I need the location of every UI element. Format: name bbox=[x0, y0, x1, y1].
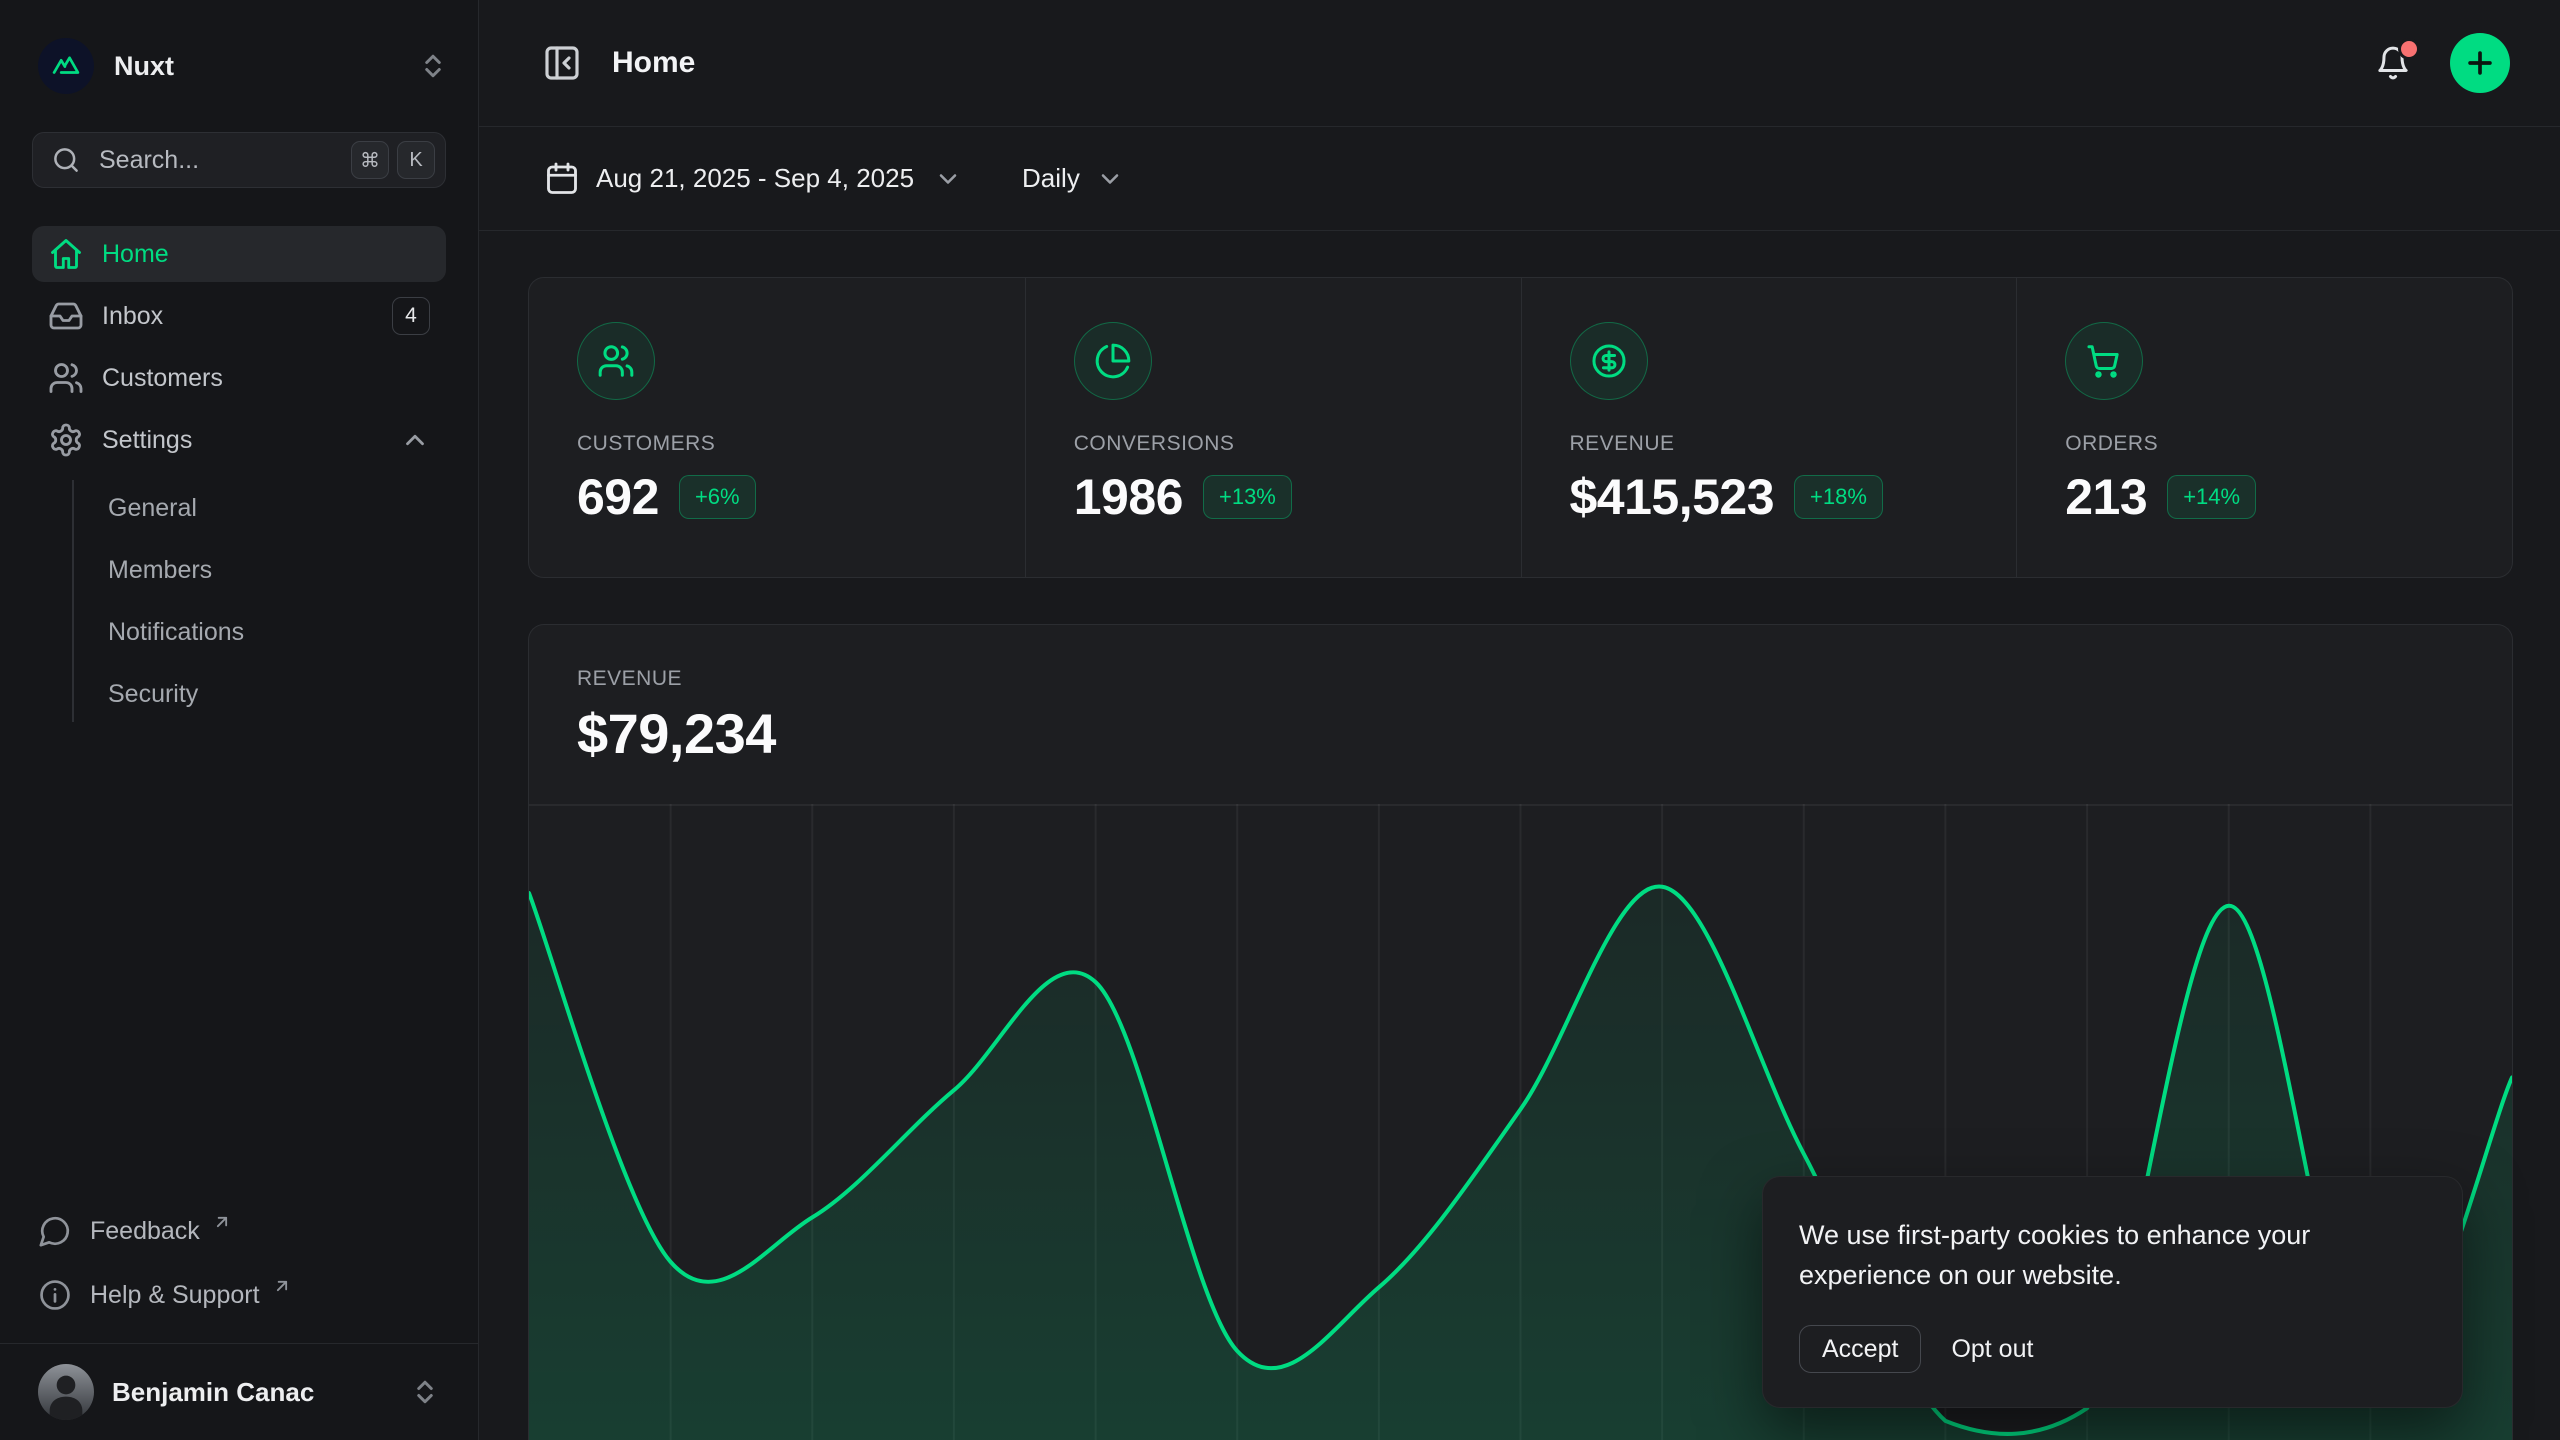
stat-orders[interactable]: ORDERS 213 +14% bbox=[2016, 278, 2512, 577]
stat-delta-badge: +18% bbox=[1794, 475, 1883, 519]
chevron-down-icon bbox=[1096, 165, 1124, 193]
chevrons-up-down-icon bbox=[418, 51, 448, 81]
stat-label: REVENUE bbox=[1570, 432, 1997, 456]
settings-subnav: General Members Notifications Security bbox=[72, 480, 446, 722]
notification-dot bbox=[2401, 41, 2417, 57]
chevron-down-icon bbox=[934, 165, 962, 193]
nav-label: Settings bbox=[102, 426, 192, 455]
stat-value: 213 bbox=[2065, 468, 2147, 526]
team-switcher[interactable]: Nuxt bbox=[38, 38, 448, 94]
date-range-label: Aug 21, 2025 - Sep 4, 2025 bbox=[596, 163, 914, 194]
header-actions bbox=[2374, 33, 2510, 93]
sidebar-item-inbox[interactable]: Inbox 4 bbox=[32, 288, 446, 344]
pie-chart-icon bbox=[1074, 322, 1152, 400]
sidebar: Nuxt Search... ⌘ K Home Inbox 4 bbox=[0, 0, 479, 1440]
stat-label: CUSTOMERS bbox=[577, 432, 1005, 456]
search-shortcut: ⌘ K bbox=[351, 141, 435, 179]
search-input[interactable]: Search... ⌘ K bbox=[32, 132, 446, 188]
search-placeholder: Search... bbox=[99, 146, 199, 175]
cookie-message: We use first-party cookies to enhance yo… bbox=[1799, 1215, 2426, 1295]
sidebar-item-general[interactable]: General bbox=[108, 480, 446, 536]
stat-delta-badge: +13% bbox=[1203, 475, 1292, 519]
stat-value: 692 bbox=[577, 468, 659, 526]
notifications-button[interactable] bbox=[2374, 44, 2412, 82]
stat-conversions[interactable]: CONVERSIONS 1986 +13% bbox=[1025, 278, 1521, 577]
nuxt-logo-icon bbox=[38, 38, 94, 94]
nav-label: Notifications bbox=[108, 618, 244, 647]
shopping-cart-icon bbox=[2065, 322, 2143, 400]
stat-value: 1986 bbox=[1074, 468, 1183, 526]
arrow-up-right-icon bbox=[272, 1276, 292, 1296]
toolbar: Aug 21, 2025 - Sep 4, 2025 Daily bbox=[479, 127, 2560, 231]
inbox-icon bbox=[48, 298, 84, 334]
sidebar-item-members[interactable]: Members bbox=[108, 542, 446, 598]
sidebar-item-settings[interactable]: Settings bbox=[32, 412, 446, 468]
user-name: Benjamin Canac bbox=[112, 1377, 314, 1408]
nav-label: Members bbox=[108, 556, 212, 585]
date-range-picker[interactable]: Aug 21, 2025 - Sep 4, 2025 bbox=[544, 161, 962, 197]
stat-label: ORDERS bbox=[2065, 432, 2492, 456]
message-circle-icon bbox=[38, 1214, 72, 1248]
sidebar-item-feedback[interactable]: Feedback bbox=[38, 1203, 440, 1259]
stat-value: $415,523 bbox=[1570, 468, 1775, 526]
nav-label: Inbox bbox=[102, 302, 163, 331]
nav-label: Security bbox=[108, 680, 198, 709]
user-menu[interactable]: Benjamin Canac bbox=[32, 1364, 446, 1420]
sidebar-toggle-button[interactable] bbox=[542, 43, 582, 83]
stat-revenue[interactable]: REVENUE $415,523 +18% bbox=[1521, 278, 2017, 577]
users-icon bbox=[48, 360, 84, 396]
stat-customers[interactable]: CUSTOMERS 692 +6% bbox=[529, 278, 1025, 577]
chevrons-up-down-icon bbox=[410, 1377, 440, 1407]
sidebar-item-home[interactable]: Home bbox=[32, 226, 446, 282]
search-icon bbox=[51, 145, 81, 175]
info-icon bbox=[38, 1278, 72, 1312]
plus-icon bbox=[2463, 46, 2497, 80]
chevron-up-icon bbox=[400, 425, 430, 455]
new-item-button[interactable] bbox=[2450, 33, 2510, 93]
granularity-label: Daily bbox=[1022, 163, 1080, 194]
user-section: Benjamin Canac bbox=[0, 1343, 478, 1440]
nav-label: General bbox=[108, 494, 197, 523]
arrow-up-right-icon bbox=[212, 1212, 232, 1232]
stat-label: CONVERSIONS bbox=[1074, 432, 1501, 456]
revenue-label: REVENUE bbox=[577, 667, 2464, 691]
sidebar-item-customers[interactable]: Customers bbox=[32, 350, 446, 406]
kbd-k: K bbox=[397, 141, 435, 179]
calendar-icon bbox=[544, 161, 580, 197]
granularity-select[interactable]: Daily bbox=[1022, 163, 1124, 194]
users-icon bbox=[577, 322, 655, 400]
sidebar-nav: Home Inbox 4 Customers Settings Genera bbox=[32, 226, 446, 722]
nav-label: Customers bbox=[102, 364, 223, 393]
panel-left-close-icon bbox=[542, 43, 582, 83]
gear-icon bbox=[48, 422, 84, 458]
sidebar-item-help-support[interactable]: Help & Support bbox=[38, 1267, 440, 1323]
cookie-banner: We use first-party cookies to enhance yo… bbox=[1762, 1176, 2463, 1408]
stat-delta-badge: +14% bbox=[2167, 475, 2256, 519]
sidebar-item-notifications[interactable]: Notifications bbox=[108, 604, 446, 660]
sidebar-footer-links: Feedback Help & Support bbox=[0, 1203, 478, 1343]
accept-button[interactable]: Accept bbox=[1799, 1325, 1921, 1373]
avatar bbox=[38, 1364, 94, 1420]
link-label: Help & Support bbox=[90, 1281, 260, 1310]
nav-label: Home bbox=[102, 240, 169, 269]
opt-out-button[interactable]: Opt out bbox=[1951, 1335, 2033, 1364]
team-name: Nuxt bbox=[114, 51, 174, 82]
page-header: Home bbox=[479, 0, 2560, 127]
revenue-value: $79,234 bbox=[577, 701, 2464, 766]
sidebar-spacer bbox=[0, 722, 478, 1203]
stat-delta-badge: +6% bbox=[679, 475, 756, 519]
inbox-count-badge: 4 bbox=[392, 297, 430, 335]
circle-dollar-icon bbox=[1570, 322, 1648, 400]
sidebar-item-security[interactable]: Security bbox=[108, 666, 446, 722]
home-icon bbox=[48, 236, 84, 272]
link-label: Feedback bbox=[90, 1217, 200, 1246]
team-row: Nuxt bbox=[0, 0, 478, 94]
kbd-meta-icon: ⌘ bbox=[351, 141, 389, 179]
stats-card: CUSTOMERS 692 +6% CONVERSIONS 1986 +13% bbox=[528, 277, 2513, 578]
page-title: Home bbox=[612, 46, 695, 80]
